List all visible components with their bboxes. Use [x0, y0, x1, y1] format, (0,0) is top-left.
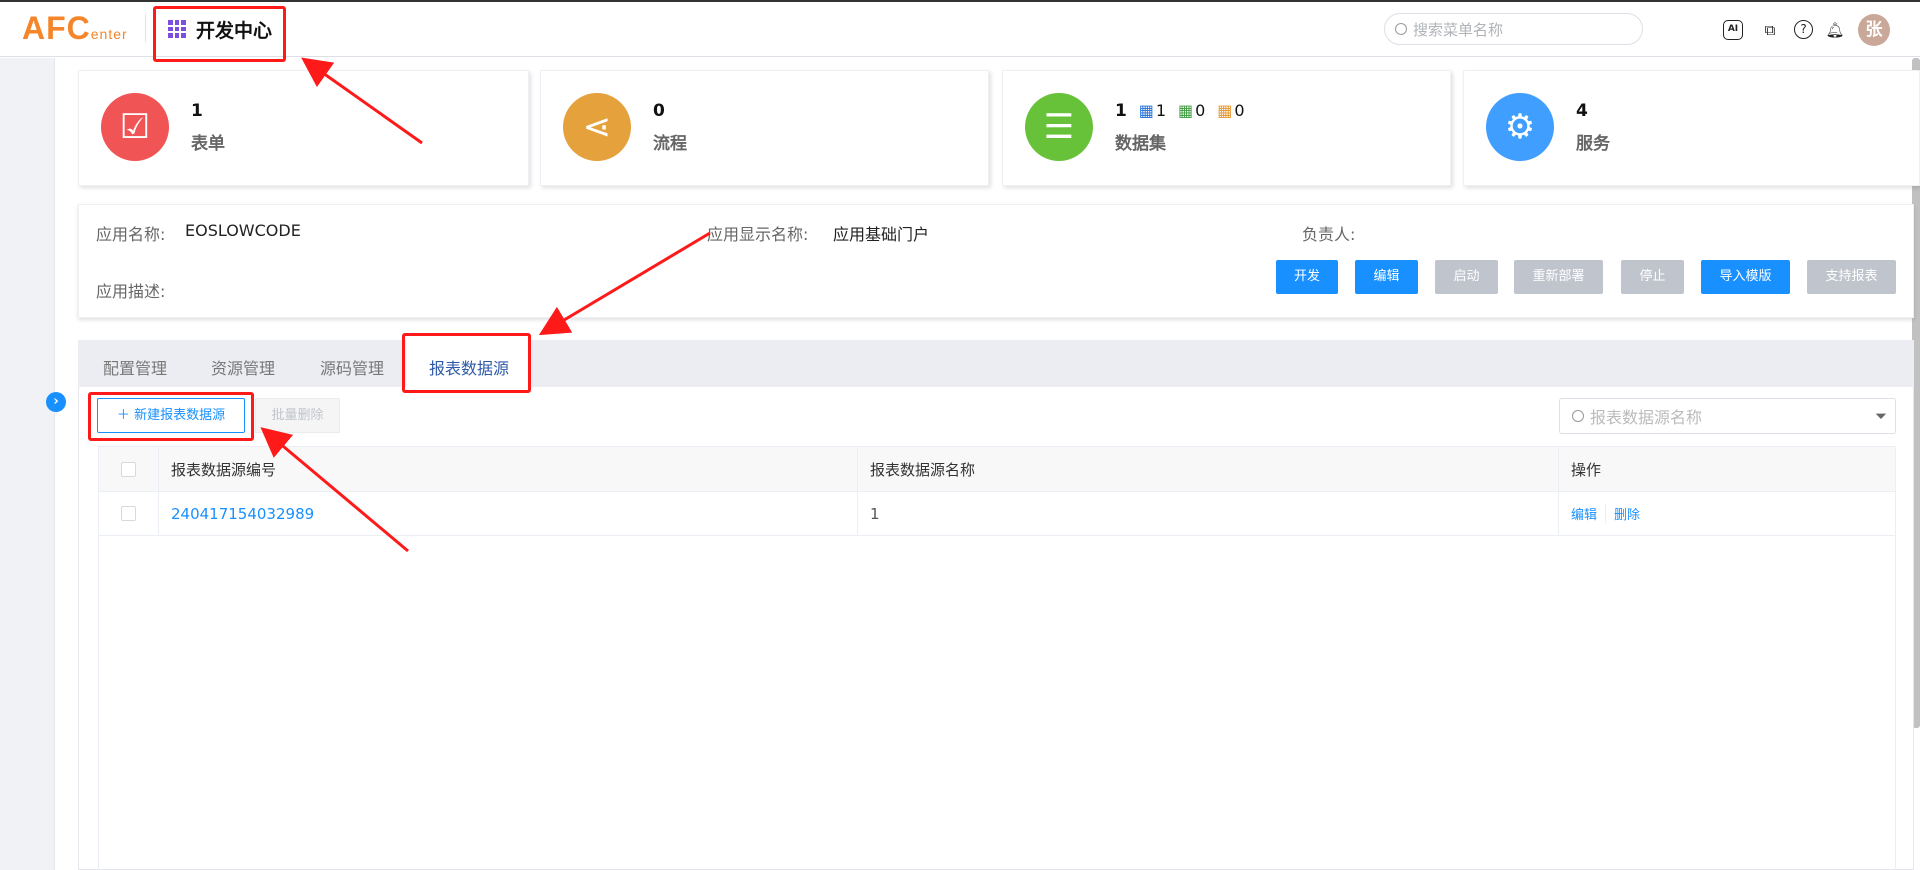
select-all-checkbox[interactable] — [121, 461, 136, 477]
search-placeholder: 报表数据源名称 — [1590, 408, 1703, 427]
stat-label: 流程 — [653, 134, 687, 154]
datasource-code-link[interactable]: 240417154032989 — [159, 492, 858, 535]
gear-icon: ⚙ — [1486, 93, 1554, 161]
header-divider — [145, 14, 146, 42]
support-report-button[interactable]: 支持报表 — [1807, 260, 1896, 294]
tab-source[interactable]: 源码管理 — [320, 355, 384, 379]
puzzle-icon[interactable]: ⧉ — [1760, 20, 1780, 40]
stat-count: 1 — [191, 101, 203, 121]
search-icon — [1395, 23, 1407, 35]
sub-count: 0 — [1234, 101, 1245, 120]
logo[interactable]: AFCenter — [22, 10, 128, 47]
logo-sub: enter — [90, 26, 128, 42]
edit-button[interactable]: 编辑 — [1355, 260, 1418, 294]
table-row: 240417154032989 1 编辑 删除 — [99, 492, 1895, 536]
display-name-label: 应用显示名称: — [707, 225, 809, 244]
stat-card-datasets[interactable]: ☰ 1 ▦ 1 ▦ 0 ▦ 0 数据集 — [1002, 70, 1451, 186]
logo-main: AFC — [22, 10, 91, 46]
annotation-box-title — [153, 6, 286, 62]
avatar[interactable]: 张 — [1858, 14, 1890, 46]
stop-button[interactable]: 停止 — [1621, 260, 1684, 294]
column-header-actions: 操作 — [1571, 460, 1602, 479]
owner-label: 负责人: — [1302, 225, 1356, 244]
tab-config[interactable]: 配置管理 — [103, 355, 167, 379]
redeploy-button[interactable]: 重新部署 — [1514, 260, 1603, 294]
stat-label: 表单 — [191, 134, 225, 154]
datasource-search-input[interactable]: 报表数据源名称 ⏷ — [1559, 398, 1896, 434]
sub-count: 1 — [1155, 101, 1167, 120]
db-table-icon: ▦ — [1138, 101, 1154, 120]
batch-delete-button[interactable]: 批量删除 — [255, 398, 340, 433]
start-button[interactable]: 启动 — [1435, 260, 1498, 294]
stat-count: 4 — [1576, 101, 1588, 121]
description-label: 应用描述: — [96, 282, 166, 301]
ai-icon[interactable]: AI — [1723, 20, 1743, 40]
datasource-name: 1 — [858, 492, 1559, 535]
stat-count-row: 1 ▦ 1 ▦ 0 ▦ 0 — [1115, 101, 1245, 121]
annotation-box-new-button — [88, 392, 254, 441]
row-checkbox[interactable] — [121, 506, 136, 521]
tab-resources[interactable]: 资源管理 — [211, 355, 275, 379]
stat-card-flows[interactable]: ⋖ 0 流程 — [540, 70, 989, 186]
search-placeholder: 搜索菜单名称 — [1413, 20, 1504, 39]
stat-count: 0 — [653, 101, 665, 121]
bell-icon[interactable]: 🔔︎ — [1825, 20, 1845, 40]
expand-sidebar-button[interactable]: › — [46, 392, 66, 412]
app-name-label: 应用名称: — [96, 225, 166, 244]
row-edit-link[interactable]: 编辑 — [1571, 504, 1607, 523]
column-header-code[interactable]: 报表数据源编号 — [159, 447, 858, 491]
share-icon: ⋖ — [563, 93, 631, 161]
datasource-table: 报表数据源编号 报表数据源名称 操作 240417154032989 1 编辑 … — [98, 446, 1896, 870]
search-icon — [1572, 410, 1584, 422]
sub-count: 0 — [1195, 101, 1206, 120]
config-table-icon: ▦ — [1217, 101, 1233, 120]
menu-search-input[interactable]: 搜索菜单名称 — [1384, 13, 1643, 45]
table-header: 报表数据源编号 报表数据源名称 操作 — [99, 447, 1895, 492]
form-check-icon: ☑ — [101, 93, 169, 161]
stat-count: 1 — [1115, 101, 1127, 121]
help-icon[interactable]: ? — [1794, 20, 1813, 39]
stat-label: 服务 — [1576, 134, 1610, 154]
app-name-value: EOSLOWCODE — [185, 221, 301, 240]
filter-icon[interactable]: ⏷ — [1875, 407, 1887, 425]
display-name-value: 应用基础门户 — [833, 225, 930, 244]
stat-card-forms[interactable]: ☑ 1 表单 — [78, 70, 529, 186]
stat-card-services[interactable]: ⚙ 4 服务 — [1463, 70, 1920, 186]
table-icon: ☰ — [1025, 93, 1093, 161]
annotation-box-tab — [402, 333, 531, 393]
import-template-button[interactable]: 导入模版 — [1701, 260, 1790, 294]
column-header-name[interactable]: 报表数据源名称 — [858, 447, 1559, 491]
row-delete-link[interactable]: 删除 — [1606, 504, 1640, 523]
stat-label: 数据集 — [1115, 134, 1166, 154]
left-sidebar-collapsed — [0, 58, 55, 870]
query-table-icon: ▦ — [1178, 101, 1194, 120]
develop-button[interactable]: 开发 — [1276, 260, 1338, 294]
